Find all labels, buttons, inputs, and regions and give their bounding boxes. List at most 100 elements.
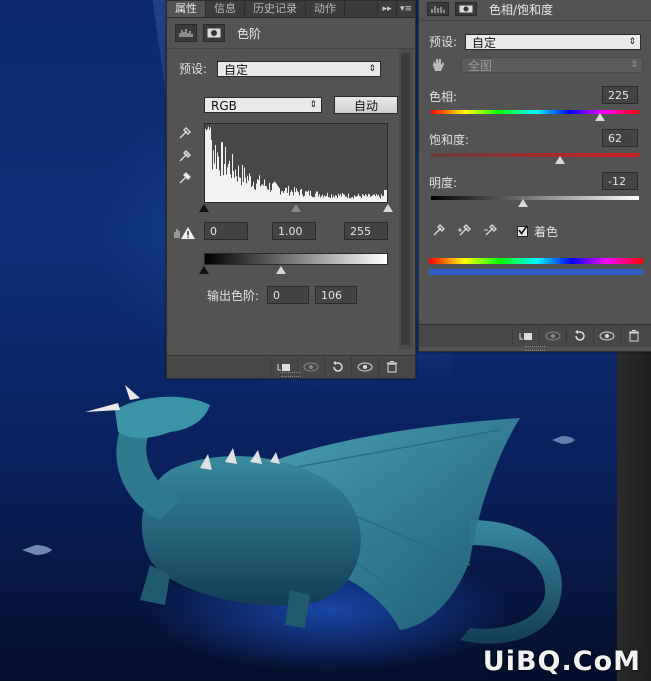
histogram-bar	[347, 198, 348, 202]
histogram-bar	[253, 181, 254, 202]
histogram-bar	[246, 183, 247, 202]
histogram-bar	[282, 191, 283, 202]
trash-icon[interactable]	[620, 326, 647, 346]
eyedropper-black-icon[interactable]	[177, 124, 193, 140]
saturation-slider[interactable]	[431, 153, 639, 157]
histogram-bar	[271, 190, 272, 202]
output-white-field[interactable]: 106	[315, 286, 358, 304]
collapse-icon[interactable]: ▸▸	[377, 1, 396, 17]
range-select: 全图 ⇕	[461, 57, 643, 73]
histogram-bar	[269, 182, 270, 202]
eyedropper-add-icon[interactable]	[457, 221, 473, 237]
histogram-bar	[279, 188, 280, 202]
panel-menu-icon[interactable]: ▾≡	[396, 1, 415, 17]
preset-select[interactable]: 自定 ⇕	[217, 60, 382, 77]
histogram-bar	[383, 195, 384, 202]
histogram-bars	[205, 126, 387, 202]
output-levels-label: 输出色阶:	[207, 288, 260, 303]
colorize-checkbox[interactable]	[517, 225, 528, 237]
output-black-field[interactable]: 0	[267, 286, 310, 304]
mask-icon[interactable]	[203, 24, 225, 42]
histogram-bar	[372, 195, 373, 202]
histogram-bar	[217, 152, 218, 202]
panel-scrollbar[interactable]	[399, 49, 413, 349]
histogram-bar	[338, 193, 339, 202]
eyedropper-gray-icon[interactable]	[177, 147, 193, 163]
visibility-eye-icon[interactable]	[593, 326, 620, 346]
eyedropper-subtract-icon[interactable]	[483, 221, 499, 237]
histogram-bar	[368, 193, 369, 202]
histogram-bar	[213, 150, 214, 202]
histogram-bar	[281, 191, 282, 202]
histogram-bar	[370, 196, 371, 202]
lightness-slider[interactable]	[431, 196, 639, 200]
histogram-bar	[292, 191, 293, 202]
histogram-bar	[291, 190, 292, 202]
reset-icon[interactable]	[566, 326, 593, 346]
histogram-bar	[384, 190, 385, 202]
preset-select[interactable]: 自定 ⇕	[465, 33, 642, 50]
histogram-bar	[274, 181, 275, 202]
view-previous-icon[interactable]	[297, 357, 324, 377]
hue-field[interactable]: 225	[602, 86, 638, 104]
preset-label: 预设:	[179, 62, 208, 76]
updown-icon: ⇕	[628, 36, 637, 47]
reset-icon[interactable]	[324, 357, 351, 377]
saturation-field[interactable]: 62	[602, 129, 638, 147]
output-white-thumb[interactable]	[275, 266, 286, 274]
histogram-bar	[229, 160, 230, 202]
histogram-bar	[378, 194, 379, 202]
eyedropper-white-icon[interactable]	[177, 169, 193, 185]
histogram-bar	[227, 167, 228, 202]
visibility-eye-icon[interactable]	[351, 357, 378, 377]
histogram-bar	[356, 196, 357, 202]
input-levels-slider[interactable]	[199, 204, 393, 214]
tab-history[interactable]: 历史记录	[245, 1, 306, 17]
saturation-thumb[interactable]	[554, 156, 565, 164]
lightness-thumb[interactable]	[517, 199, 528, 207]
histogram-bar	[280, 194, 281, 202]
histogram-bar	[310, 190, 311, 202]
trash-icon[interactable]	[378, 357, 405, 377]
histogram-bar	[294, 186, 295, 202]
tab-actions[interactable]: 动作	[306, 1, 345, 17]
histogram-bar	[331, 194, 332, 202]
hue-thumb[interactable]	[595, 113, 605, 121]
auto-button[interactable]: 自动	[334, 96, 398, 114]
tab-properties[interactable]: 属性	[167, 1, 206, 17]
mask-icon[interactable]	[455, 2, 477, 16]
input-gamma-field[interactable]: 1.00	[272, 222, 316, 240]
input-white-field[interactable]: 255	[344, 222, 388, 240]
lightness-field[interactable]: -12	[602, 172, 638, 190]
resize-grip[interactable]	[525, 346, 545, 351]
clip-to-layer-icon[interactable]	[512, 326, 539, 346]
histogram-bar	[355, 196, 356, 202]
histogram-bar	[218, 156, 219, 202]
histogram-bar	[216, 168, 217, 202]
histogram-bar	[266, 186, 267, 202]
tab-info[interactable]: 信息	[206, 1, 245, 17]
hand-target-icon[interactable]	[429, 57, 449, 73]
histogram-bar	[367, 196, 368, 202]
histogram-bar	[342, 192, 343, 202]
histogram-bar	[348, 193, 349, 202]
output-levels-slider[interactable]	[199, 266, 388, 276]
input-black-thumb[interactable]	[199, 204, 209, 212]
resize-grip[interactable]	[281, 372, 301, 377]
warning-icon[interactable]	[174, 226, 196, 240]
input-black-field[interactable]: 0	[204, 222, 248, 240]
histogram-bar	[344, 194, 345, 202]
histogram-bar	[244, 167, 245, 202]
output-black-thumb[interactable]	[199, 266, 209, 274]
input-gamma-thumb[interactable]	[291, 204, 301, 212]
channel-select[interactable]: RGB ⇕	[204, 97, 322, 113]
histogram-bar	[358, 193, 359, 202]
histogram-bar	[373, 194, 374, 202]
histogram-bar	[346, 196, 347, 202]
input-white-thumb[interactable]	[383, 204, 393, 212]
hue-slider[interactable]	[431, 110, 639, 114]
eyedropper-icon[interactable]	[431, 221, 447, 237]
histogram-bar	[285, 187, 286, 202]
histogram-bar	[300, 189, 301, 202]
view-previous-icon[interactable]	[539, 326, 566, 346]
